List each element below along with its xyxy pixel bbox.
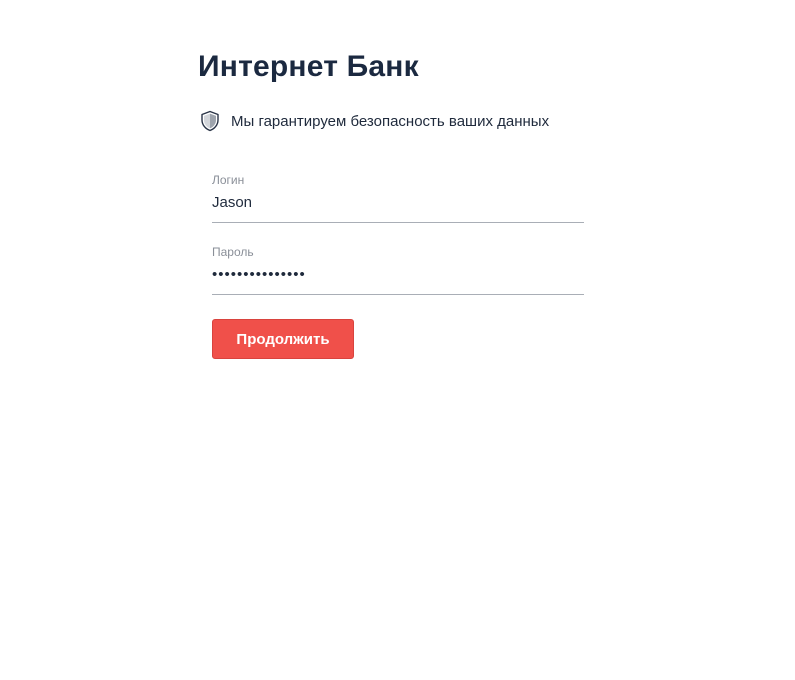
login-field[interactable]: Логин Jason — [212, 172, 584, 223]
continue-button[interactable]: Продолжить — [212, 319, 354, 359]
password-field[interactable]: Пароль ••••••••••••••• — [212, 244, 584, 295]
security-note: Мы гарантируем безопасность ваших данных — [198, 108, 549, 134]
page-title: Интернет Банк — [198, 50, 419, 83]
password-label: Пароль — [212, 245, 254, 259]
security-note-text: Мы гарантируем безопасность ваших данных — [231, 112, 550, 130]
login-input[interactable]: Jason — [212, 194, 584, 211]
password-input[interactable]: ••••••••••••••• — [212, 266, 584, 283]
page: Интернет Банк Мы гарантируем безопасност… — [0, 0, 795, 680]
shield-icon — [198, 109, 222, 133]
login-label: Логин — [212, 173, 245, 187]
